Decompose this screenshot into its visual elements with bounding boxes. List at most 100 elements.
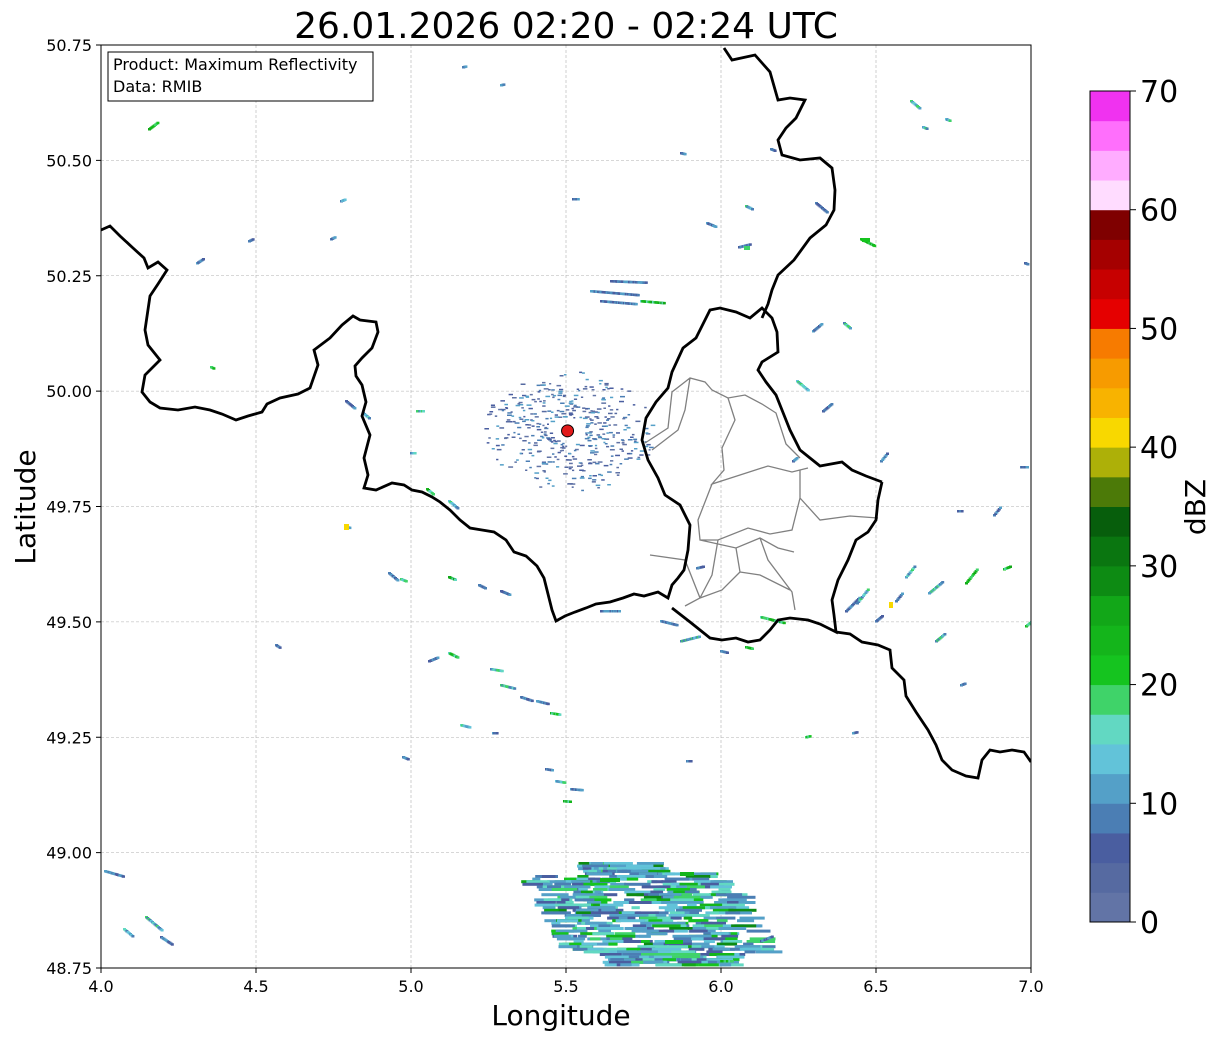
- colorbar-bin: [1090, 892, 1130, 923]
- echo-cell: [751, 647, 754, 650]
- echo-cell: [795, 457, 799, 460]
- echo-cell: [716, 919, 728, 923]
- echo-cell: [748, 243, 752, 246]
- echo-cell: [528, 407, 533, 410]
- echo-cell: [666, 903, 678, 907]
- echo-cell: [598, 379, 603, 382]
- echo-cell: [597, 461, 603, 463]
- echo-cell: [495, 444, 500, 447]
- echo-cell: [722, 898, 747, 902]
- echo-cell: [618, 914, 649, 917]
- echo-cell: [601, 402, 607, 404]
- echo-cell: [534, 477, 537, 479]
- echo-cell: [782, 621, 786, 625]
- echo-cell: [518, 416, 522, 419]
- echo-cell: [628, 901, 656, 904]
- echo-cell: [672, 955, 700, 959]
- echo-cell: [550, 437, 555, 439]
- colorbar-bin: [1090, 832, 1130, 864]
- echo-cell: [610, 958, 624, 962]
- echo-cell: [526, 404, 532, 406]
- echo-cell: [849, 327, 852, 330]
- echo-cell: [610, 416, 615, 418]
- echo-cell: [422, 410, 425, 413]
- echo-cell: [703, 916, 717, 920]
- echo-cell: [568, 402, 574, 404]
- colorbar-tick-label: 0: [1140, 906, 1159, 941]
- echo-cell: [699, 903, 723, 907]
- echo-cell: [545, 395, 551, 398]
- echo-cell: [537, 450, 542, 452]
- echo-cell: [512, 420, 516, 423]
- echo-cell: [633, 441, 639, 444]
- echo-cell: [585, 378, 589, 381]
- echo-cell: [560, 929, 588, 933]
- echo-cell: [662, 301, 666, 305]
- echo-cell: [612, 436, 615, 438]
- chart-title: 26.01.2026 02:20 - 02:24 UTC: [294, 6, 838, 47]
- echo-cell: [606, 908, 616, 912]
- echo-cell: [634, 448, 638, 450]
- echo-cell: [630, 963, 640, 967]
- echo-cell: [556, 901, 566, 904]
- info-product: Product: Maximum Reflectivity: [113, 55, 357, 74]
- echo-cell: [343, 198, 347, 201]
- echo-cell: [406, 758, 410, 761]
- echo-cell: [609, 885, 629, 889]
- echo-cell: [622, 953, 642, 956]
- echo-cell: [519, 452, 522, 455]
- echo-cell: [484, 428, 489, 430]
- echo-cell: [540, 431, 544, 433]
- echo-cell: [539, 423, 542, 425]
- echo-cell: [670, 916, 682, 920]
- echo-cell: [670, 898, 695, 902]
- echo-cell: [587, 947, 605, 951]
- echo-cell: [592, 475, 597, 477]
- echo-cell: [663, 929, 675, 933]
- echo-cell: [589, 386, 594, 388]
- echo-cell: [631, 906, 640, 910]
- colorbar-bin: [1090, 239, 1130, 270]
- echo-cell: [513, 431, 516, 434]
- echo-cell: [725, 911, 741, 915]
- echo-cell: [580, 890, 593, 894]
- echo-cell: [709, 953, 735, 956]
- colorbar-bin: [1090, 565, 1130, 597]
- echo-cell: [547, 438, 552, 440]
- echo-cell: [616, 875, 646, 878]
- colorbar-bin: [1090, 447, 1130, 478]
- echo-cell: [506, 407, 509, 410]
- echo-cell: [615, 919, 645, 923]
- echo-cell: [692, 937, 705, 941]
- echo-cell: [541, 437, 545, 439]
- echo-cell: [596, 417, 600, 419]
- echo-cell: [623, 429, 627, 431]
- echo-cell: [645, 427, 649, 430]
- echo-cell: [519, 397, 524, 399]
- echo-cell: [610, 445, 615, 447]
- echo-cell: [564, 885, 579, 889]
- echo-cell: [535, 477, 539, 480]
- echo-cell: [646, 932, 668, 936]
- echo-cell: [873, 244, 877, 248]
- echo-cell: [551, 441, 554, 443]
- colorbar-bin: [1090, 684, 1130, 715]
- echo-cell: [590, 452, 595, 454]
- echo-cell: [541, 875, 556, 878]
- echo-cell: [569, 800, 572, 803]
- echo-cell: [604, 382, 609, 385]
- echo-cell: [589, 431, 593, 433]
- echo-cell: [717, 955, 745, 959]
- echo-cell: [728, 908, 757, 912]
- echo-cell: [573, 940, 584, 943]
- echo-cell: [547, 423, 549, 425]
- echo-cell: [714, 945, 725, 949]
- echo-cell: [679, 882, 698, 886]
- colorbar-tick-label: 30: [1140, 550, 1178, 585]
- echo-cell: [590, 419, 594, 421]
- echo-cell: [710, 911, 719, 915]
- echo-cell: [585, 434, 588, 436]
- echo-cell: [524, 435, 529, 438]
- colorbar-bin: [1090, 417, 1130, 448]
- y-tick-label: 49.00: [46, 844, 92, 863]
